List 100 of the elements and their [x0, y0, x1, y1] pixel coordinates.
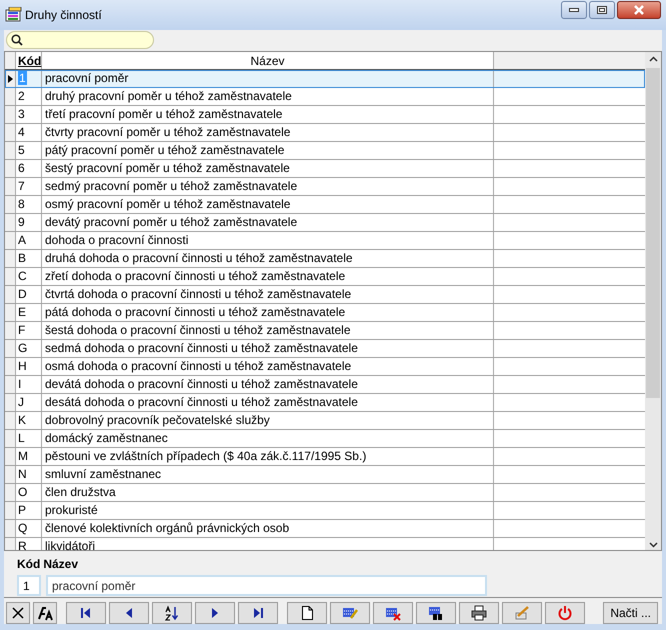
table-row[interactable]: H osmá dohoda o pracovní činnosti u téhož zaměstnavatele	[5, 358, 645, 376]
table-cell: 5	[16, 142, 42, 159]
table-row[interactable]: A dohoda o pracovní činnosti	[5, 232, 645, 250]
table-row[interactable]: O člen družstva	[5, 484, 645, 502]
close-icon	[633, 5, 645, 15]
pencil-icon	[514, 605, 530, 621]
window-title: Druhy činností	[25, 7, 102, 24]
search-field[interactable]	[6, 31, 154, 49]
table-cell: prokuristé	[42, 502, 494, 519]
table-row[interactable]: P prokuristé	[5, 502, 645, 520]
sort-icon	[164, 605, 180, 621]
table-row[interactable]: E pátá dohoda o pracovní činnosti u téhož zaměstnavatele	[5, 304, 645, 322]
table-cell: K	[16, 412, 42, 429]
table-cell: devátá dohoda o pracovní činnosti u téhož zaměstnavatele	[42, 376, 494, 393]
table-cell: likvidátoři	[42, 538, 494, 550]
table-cell: smluvní zaměstnanec	[42, 466, 494, 483]
table-row[interactable]: M pěstouni ve zvláštních případech ($ 40a zák.č.117/1995 Sb.)	[5, 448, 645, 466]
skip-first-button[interactable]	[66, 602, 106, 624]
font-icon	[37, 605, 53, 621]
table-row[interactable]: I devátá dohoda o pracovní činnosti u téhož zaměstnavatele	[5, 376, 645, 394]
table-cell: P	[16, 502, 42, 519]
table-row[interactable]: 1 pracovní poměr	[5, 70, 645, 88]
table-cell: pátý pracovní poměr u téhož zaměstnavatele	[42, 142, 494, 159]
table-row[interactable]: J desátá dohoda o pracovní činnosti u téhož zaměstnavatele	[5, 394, 645, 412]
scrollbar[interactable]	[645, 52, 661, 550]
table-cell: R	[16, 538, 42, 550]
table-cell: G	[16, 340, 42, 357]
table-row[interactable]: R likvidátoři	[5, 538, 645, 550]
table-cell: 3	[16, 106, 42, 123]
blank-page-button[interactable]	[287, 602, 327, 624]
table-cell: domácký zaměstnanec	[42, 430, 494, 447]
table-row[interactable]: D čtvrtá dohoda o pracovní činnosti u téhož zaměstnavatele	[5, 286, 645, 304]
search-icon	[11, 34, 23, 46]
table-cell: devátý pracovní poměr u téhož zaměstnavatele	[42, 214, 494, 231]
sort-button[interactable]	[152, 602, 192, 624]
table-cell: osmý pracovní poměr u téhož zaměstnavatele	[42, 196, 494, 213]
table-row[interactable]: B druhá dohoda o pracovní činnosti u téhož zaměstnavatele	[5, 250, 645, 268]
table-row[interactable]: 7 sedmý pracovní poměr u téhož zaměstnavatele	[5, 178, 645, 196]
edit-record-button[interactable]	[330, 602, 370, 624]
table-row[interactable]: F šestá dohoda o pracovní činnosti u téhož zaměstnavatele	[5, 322, 645, 340]
table-row[interactable]: L domácký zaměstnanec	[5, 430, 645, 448]
power-button[interactable]	[545, 602, 585, 624]
table-cell: N	[16, 466, 42, 483]
table-row[interactable]: G sedmá dohoda o pracovní činnosti u téhož zaměstnavatele	[5, 340, 645, 358]
next-button[interactable]	[195, 602, 235, 624]
table-cell: 1	[16, 70, 42, 87]
delete-record-icon	[385, 605, 401, 621]
previous-button[interactable]	[109, 602, 149, 624]
table-row[interactable]: 5 pátý pracovní poměr u téhož zaměstnavatele	[5, 142, 645, 160]
table-cell: 7	[16, 178, 42, 195]
load-button[interactable]: Načti ...	[603, 602, 658, 624]
field-label: Kód	[17, 556, 40, 573]
table-cell: třetí pracovní poměr u téhož zaměstnavatele	[42, 106, 494, 123]
app-icon	[5, 7, 23, 23]
table-cell: L	[16, 430, 42, 447]
table-cell: 2	[16, 88, 42, 105]
font-button[interactable]	[33, 602, 57, 624]
scroll-up-icon[interactable]	[648, 56, 658, 62]
table-cell: F	[16, 322, 42, 339]
delete-record-button[interactable]	[373, 602, 413, 624]
table-cell: 4	[16, 124, 42, 141]
minimize-icon	[569, 8, 579, 12]
table-cell: osmá dohoda o pracovní činnosti u téhož zaměstnavatele	[42, 358, 494, 375]
table-cell: sedmá dohoda o pracovní činnosti u téhož zaměstnavatele	[42, 340, 494, 357]
maximize-button[interactable]	[589, 1, 615, 19]
table-cell: C	[16, 268, 42, 285]
table-row[interactable]: Q členové kolektivních orgánů právnických osob	[5, 520, 645, 538]
clear-button[interactable]	[6, 602, 30, 624]
row-header[interactable]	[5, 70, 16, 87]
table-row[interactable]: K dobrovolný pracovník pečovatelské služby	[5, 412, 645, 430]
table-row[interactable]: C zřetí dohoda o pracovní činnosti u téhož zaměstnavatele	[5, 268, 645, 286]
table-row[interactable]: 4 čtvrty pracovní poměr u téhož zaměstnavatele	[5, 124, 645, 142]
table-cell: dobrovolný pracovník pečovatelské služby	[42, 412, 494, 429]
code-field[interactable]: 1	[17, 575, 41, 596]
table-row[interactable]: 3 třetí pracovní poměr u téhož zaměstnavatele	[5, 106, 645, 124]
find-record-button[interactable]	[416, 602, 456, 624]
power-icon	[557, 605, 573, 621]
table-cell: sedmý pracovní poměr u téhož zaměstnavatele	[42, 178, 494, 195]
minimize-button[interactable]	[561, 1, 587, 19]
table-row[interactable]: 8 osmý pracovní poměr u téhož zaměstnavatele	[5, 196, 645, 214]
table-cell: pátá dohoda o pracovní činnosti u téhož zaměstnavatele	[42, 304, 494, 321]
table-cell: desátá dohoda o pracovní činnosti u téhož zaměstnavatele	[42, 394, 494, 411]
scroll-down-icon[interactable]	[648, 542, 658, 548]
find-record-icon	[428, 605, 444, 621]
printer-button[interactable]	[459, 602, 499, 624]
table-cell: E	[16, 304, 42, 321]
table-cell: M	[16, 448, 42, 465]
table-cell: I	[16, 376, 42, 393]
table-row[interactable]: N smluvní zaměstnanec	[5, 466, 645, 484]
close-button[interactable]	[617, 1, 661, 19]
column-header[interactable]: Kód	[16, 52, 42, 69]
name-field[interactable]: pracovní poměr	[46, 575, 487, 596]
table-cell: zřetí dohoda o pracovní činnosti u téhož zaměstnavatele	[42, 268, 494, 285]
table-row[interactable]: 9 devátý pracovní poměr u téhož zaměstnavatele	[5, 214, 645, 232]
table-cell: dohoda o pracovní činnosti	[42, 232, 494, 249]
table-row[interactable]: 6 šestý pracovní poměr u téhož zaměstnavatele	[5, 160, 645, 178]
table-row[interactable]: 2 druhý pracovní poměr u téhož zaměstnavatele	[5, 88, 645, 106]
skip-last-button[interactable]	[238, 602, 278, 624]
scroll-thumb[interactable]	[646, 68, 660, 398]
table-cell: 6	[16, 160, 42, 177]
